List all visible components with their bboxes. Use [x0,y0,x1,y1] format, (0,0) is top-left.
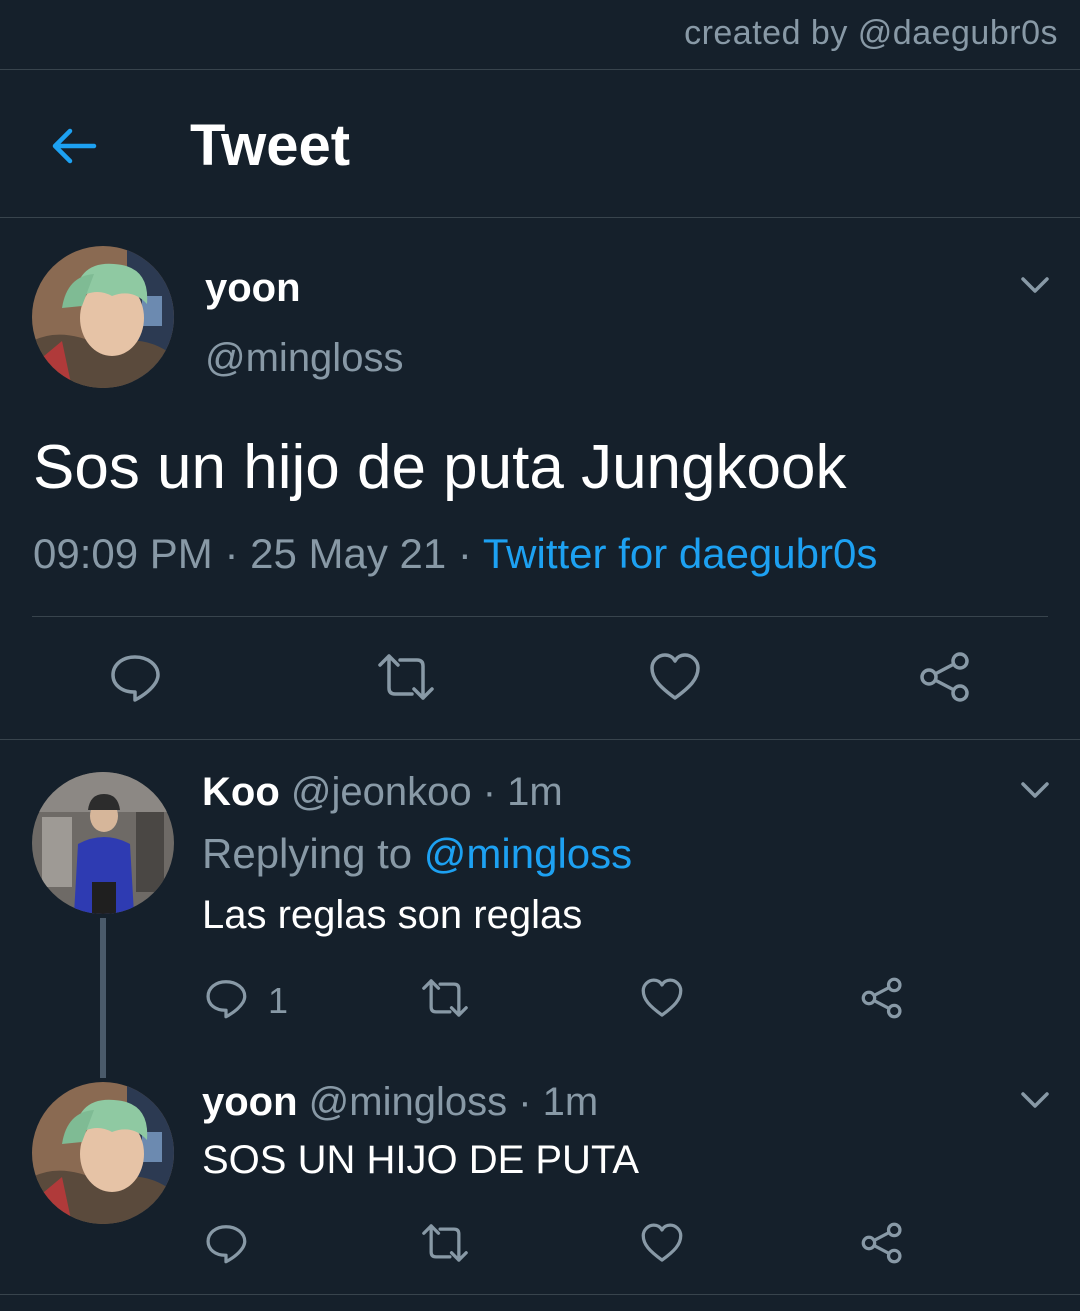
tweet-meta: 09:09 PM · 25 May 21 · Twitter for daegu… [33,530,877,578]
tweet-text: Sos un hijo de puta Jungkook [33,433,847,502]
tweet-time: 09:09 PM [33,530,213,577]
reply-button[interactable] [108,650,162,704]
replying-to-link[interactable]: @mingloss [424,830,632,877]
reply-count: 1 [268,980,289,1021]
avatar-image [32,1082,174,1224]
reply-options-button[interactable] [1018,773,1052,807]
share-icon [861,1222,902,1264]
replies-divider [0,739,1080,740]
chevron-down-icon [1021,782,1049,798]
retweet-icon [422,979,468,1017]
reply-header: yoon @mingloss · 1m [202,1080,598,1125]
retweet-icon [378,654,434,700]
author-handle[interactable]: @mingloss [205,336,403,381]
reply-icon [111,655,160,702]
tweet-date: 25 May 21 [250,530,447,577]
share-button[interactable] [918,650,972,704]
reply-time: 1m [542,1080,599,1124]
retweet-button[interactable] [420,976,470,1020]
retweet-button[interactable] [420,1221,470,1265]
like-icon [641,978,683,1017]
like-button[interactable] [648,650,702,704]
avatar[interactable] [32,246,174,388]
bottom-divider [0,1294,1080,1295]
replying-prefix: Replying to [202,830,424,877]
reply-dot: · [471,770,508,814]
reply-author-handle[interactable]: @jeonkoo [291,770,472,814]
tweet-detail-screen: created by @daegubr0s Tweet yoon @minglo… [0,0,1080,1311]
tweet-options-button[interactable] [1018,268,1052,302]
reply-dot: · [507,1080,543,1124]
meta-separator: · [446,530,483,577]
share-icon [920,652,969,702]
avatar[interactable] [32,772,174,914]
reply-text: Las reglas son reglas [202,893,583,937]
page-title: Tweet [190,113,351,178]
meta-separator: · [212,530,251,577]
thread-line [100,918,106,1078]
retweet-icon [422,1224,468,1262]
tweet-source-link[interactable]: Twitter for daegubr0s [483,530,878,577]
reply-icon [206,980,247,1019]
share-button[interactable] [860,976,904,1020]
top-divider [0,69,1080,70]
arrow-left-icon [52,128,97,164]
reply-header: Koo @jeonkoo · 1m [202,770,563,815]
avatar-image [32,246,174,388]
retweet-button[interactable] [376,650,436,704]
header-divider [0,217,1080,218]
reply-author-handle[interactable]: @mingloss [309,1080,507,1124]
chevron-down-icon [1021,1092,1049,1108]
reply-icon [206,1225,247,1264]
reply-button[interactable] [204,1221,248,1265]
author-name[interactable]: yoon [205,266,301,311]
back-button[interactable] [46,118,102,174]
reply-text: SOS UN HIJO DE PUTA [202,1138,640,1182]
reply-author-name[interactable]: yoon [202,1080,298,1124]
chevron-down-icon [1021,277,1049,293]
reply-button[interactable] [204,976,248,1020]
reply-time: 1m [507,770,563,814]
share-icon [861,977,902,1019]
share-button[interactable] [860,1221,904,1265]
like-button[interactable] [640,1221,684,1265]
reply-options-button[interactable] [1018,1083,1052,1117]
reply-author-name[interactable]: Koo [202,770,280,814]
actions-divider [32,616,1048,617]
replying-to: Replying to @mingloss [202,830,632,878]
like-icon [650,653,700,700]
avatar-image [32,772,174,914]
like-button[interactable] [640,976,684,1020]
like-icon [641,1223,683,1262]
creator-credit: created by @daegubr0s [684,14,1058,52]
avatar[interactable] [32,1082,174,1224]
